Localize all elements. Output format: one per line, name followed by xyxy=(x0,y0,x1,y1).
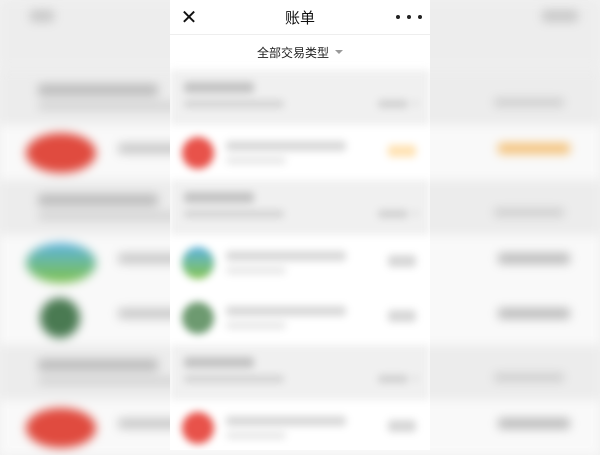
transaction-list: › › › xyxy=(170,68,430,450)
caret-down-icon xyxy=(335,50,343,54)
transaction-row[interactable] xyxy=(170,290,430,345)
transaction-row[interactable] xyxy=(170,400,430,450)
month-header[interactable]: › xyxy=(170,345,430,400)
transaction-row[interactable] xyxy=(170,235,430,290)
navigation-bar: ✕ 账单 xyxy=(170,0,430,35)
transaction-type-filter[interactable]: 全部交易类型 xyxy=(170,35,430,69)
transaction-row[interactable] xyxy=(170,125,430,180)
filter-label: 全部交易类型 xyxy=(256,45,329,60)
month-header[interactable]: › xyxy=(170,180,430,235)
page-title: 账单 xyxy=(284,9,315,27)
bill-sheet: ✕ 账单 全部交易类型 › › › xyxy=(170,0,430,450)
more-icon[interactable] xyxy=(396,10,422,24)
month-header[interactable]: › xyxy=(170,70,430,125)
